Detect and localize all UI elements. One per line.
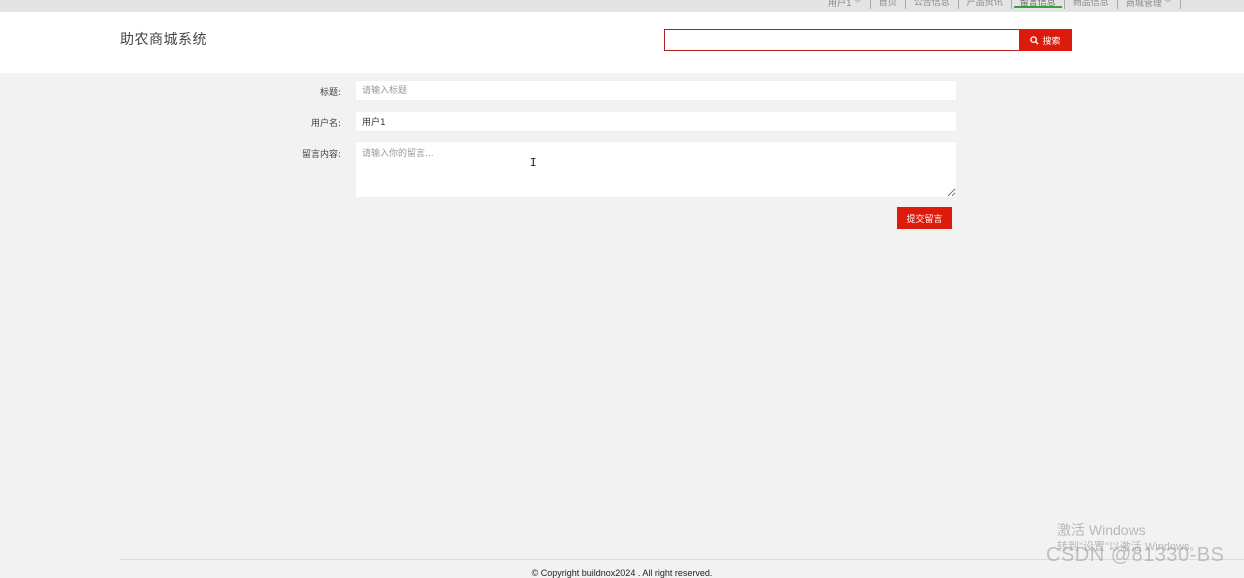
nav-user-label: 用户1 [828,0,852,9]
nav-messages[interactable]: 留言信息 [1012,0,1064,11]
nav-product-news[interactable]: 产品资讯 [959,0,1011,11]
nav-separator [1179,0,1181,9]
top-nav: 用户1 ﹀ 首页 公告信息 产品资讯 留言信息 商品信息 商城管理 ﹀ [820,0,1181,11]
nav-home[interactable]: 首页 [871,0,905,11]
nav-products[interactable]: 商品信息 [1065,0,1117,11]
username-label: 用户名: [310,119,341,129]
nav-announcements-label: 公告信息 [913,0,950,8]
search-button-label: 搜索 [1042,35,1061,46]
nav-home-label: 首页 [878,0,897,8]
title-field[interactable] [355,80,957,101]
chevron-down-icon: ﹀ [853,0,862,8]
search-button[interactable]: 搜索 [1019,29,1072,51]
top-bar: 用户1 ﹀ 首页 公告信息 产品资讯 留言信息 商品信息 商城管理 ﹀ [0,0,1244,12]
csdn-watermark: CSDN @81330-BS [1046,544,1225,566]
search-icon [1030,35,1040,45]
content-label: 留言内容: [301,150,341,160]
nav-announcements[interactable]: 公告信息 [906,0,958,11]
nav-mall-admin-label: 商城管理 [1125,0,1162,9]
header: 助农商城系统 搜索 [0,12,1244,73]
chevron-down-icon: ﹀ [1163,0,1172,8]
username-field[interactable] [355,111,957,132]
nav-products-label: 商品信息 [1072,0,1109,8]
nav-messages-label: 留言信息 [1019,0,1056,8]
windows-activation-title: 激活 Windows [1057,522,1146,538]
nav-product-news-label: 产品资讯 [966,0,1003,8]
content-textarea[interactable] [355,141,957,198]
brand-title: 助农商城系统 [120,32,207,48]
search-input[interactable] [664,29,1020,51]
text-cursor-icon: I [530,156,537,169]
submit-message-button[interactable]: 提交留言 [897,207,952,229]
nav-mall-admin[interactable]: 商城管理 ﹀ [1118,0,1180,11]
title-label: 标题: [319,88,341,98]
nav-user-menu[interactable]: 用户1 ﹀ [820,0,870,11]
